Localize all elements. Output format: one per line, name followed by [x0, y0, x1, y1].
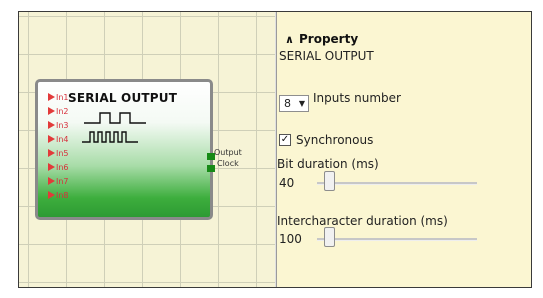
synchronous-label: Synchronous [296, 133, 374, 147]
design-canvas[interactable]: SERIAL OUTPUT In1 In2 In3 In4 In5 In6 In… [19, 12, 275, 287]
input-arrow-icon [48, 191, 55, 199]
synchronous-checkbox[interactable]: ✓ [279, 134, 291, 146]
slider-thumb[interactable] [324, 171, 335, 191]
slider-track [317, 182, 477, 185]
bit-duration-label: Bit duration (ms) [277, 157, 379, 171]
intercharacter-duration-label: Intercharacter duration (ms) [277, 214, 448, 228]
input-pin-label: In7 [56, 176, 69, 186]
input-arrow-icon [48, 163, 55, 171]
input-pin[interactable]: In2 [48, 106, 69, 116]
input-arrow-icon [48, 107, 55, 115]
input-pin-label: In2 [56, 106, 69, 116]
intercharacter-duration-value: 100 [279, 232, 302, 246]
waveform-icon [82, 112, 146, 143]
bit-duration-slider[interactable] [317, 171, 477, 195]
input-arrow-icon [48, 121, 55, 129]
output-label: Output [214, 148, 242, 157]
input-arrow-icon [48, 177, 55, 185]
input-pin[interactable]: In5 [48, 148, 69, 158]
input-pin-label: In6 [56, 162, 69, 172]
property-header[interactable]: ∧ Property [285, 32, 358, 46]
input-pin[interactable]: In1 [48, 92, 69, 102]
input-pin-label: In5 [56, 148, 69, 158]
input-pin[interactable]: In3 [48, 120, 69, 130]
input-pin[interactable]: In7 [48, 176, 69, 186]
input-pin-label: In4 [56, 134, 69, 144]
input-arrow-icon [48, 93, 55, 101]
input-pin[interactable]: In4 [48, 134, 69, 144]
input-pin[interactable]: In6 [48, 162, 69, 172]
editor-frame: SERIAL OUTPUT In1 In2 In3 In4 In5 In6 In… [18, 11, 532, 288]
block-title: SERIAL OUTPUT [68, 91, 178, 105]
slider-track [317, 238, 477, 241]
bit-duration-value: 40 [279, 176, 295, 190]
intercharacter-duration-slider[interactable] [317, 227, 477, 251]
collapse-caret-icon[interactable]: ∧ [285, 33, 299, 46]
input-pin-label: In1 [56, 92, 69, 102]
inputs-number-label: Inputs number [313, 91, 401, 105]
inputs-number-select[interactable]: 8 ▼ [279, 95, 309, 112]
input-pin[interactable]: In8 [48, 190, 69, 200]
clock-terminal[interactable] [207, 165, 215, 172]
clock-label: Clock [217, 159, 239, 168]
input-arrow-icon [48, 149, 55, 157]
property-panel: ∧ Property SERIAL OUTPUT 8 ▼ Inputs numbe… [277, 12, 531, 287]
input-pin-label: In8 [56, 190, 69, 200]
property-header-label: Property [299, 32, 359, 46]
dropdown-arrow-icon: ▼ [298, 99, 306, 108]
input-arrow-icon [48, 135, 55, 143]
inputs-number-value: 8 [284, 97, 291, 110]
synchronous-row: ✓ Synchronous [279, 133, 373, 147]
input-pin-label: In3 [56, 120, 69, 130]
serial-output-block[interactable]: SERIAL OUTPUT In1 In2 In3 In4 In5 In6 In… [35, 79, 213, 220]
property-subheader: SERIAL OUTPUT [279, 49, 374, 63]
slider-thumb[interactable] [324, 227, 335, 247]
